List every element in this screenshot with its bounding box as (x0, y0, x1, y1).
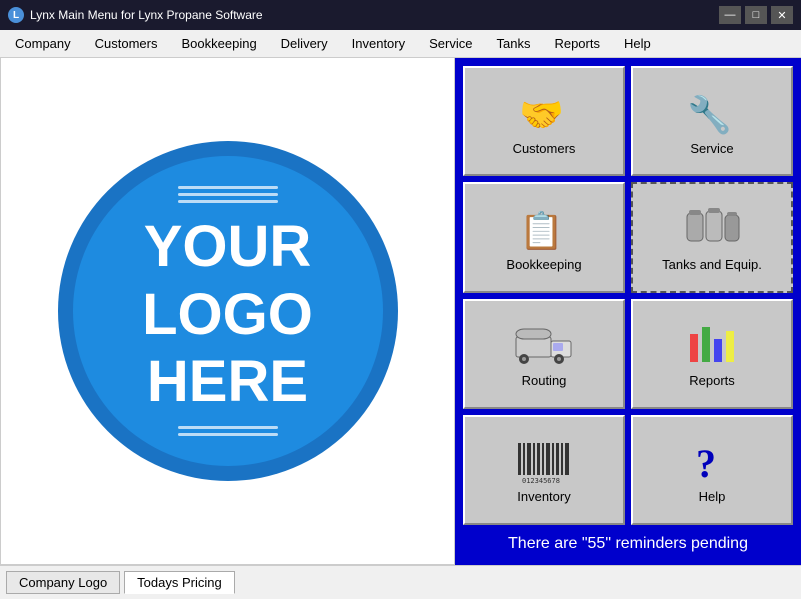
logo-text-here: HERE (147, 350, 308, 414)
logo-top-lines (178, 186, 278, 203)
routing-icon (514, 319, 574, 369)
tanks-button[interactable]: Tanks and Equip. (631, 182, 793, 292)
help-label: Help (699, 489, 726, 504)
inventory-icon: 012345678 (514, 435, 574, 485)
bookkeeping-button[interactable]: 📋 Bookkeeping (463, 182, 625, 292)
menu-inventory[interactable]: Inventory (341, 32, 416, 55)
main-area: YOUR LOGO HERE 🤝 Customers (0, 58, 801, 565)
inventory-button[interactable]: 012345678 Inventory (463, 415, 625, 525)
svg-text:012345678: 012345678 (522, 477, 560, 485)
help-icon: ? (682, 435, 742, 485)
close-button[interactable]: ✕ (771, 6, 793, 24)
help-button[interactable]: ? Help (631, 415, 793, 525)
logo-bottom-lines (178, 426, 278, 436)
routing-label: Routing (522, 373, 567, 388)
reports-icon (682, 319, 742, 369)
title-bar-left: L Lynx Main Menu for Lynx Propane Softwa… (8, 7, 263, 23)
menu-company[interactable]: Company (4, 32, 82, 55)
menu-service[interactable]: Service (418, 32, 483, 55)
svg-text:🔧: 🔧 (687, 93, 732, 135)
logo-line-4 (178, 426, 278, 429)
reminders-text: There are "55" reminders pending (463, 525, 793, 557)
bookkeeping-icon: 📋 (514, 203, 574, 253)
inventory-label: Inventory (517, 489, 570, 504)
logo-line-3 (178, 200, 278, 203)
left-panel: YOUR LOGO HERE (0, 58, 455, 565)
reports-button[interactable]: Reports (631, 299, 793, 409)
logo-inner-circle: YOUR LOGO HERE (73, 156, 383, 466)
routing-button[interactable]: Routing (463, 299, 625, 409)
customers-label: Customers (513, 141, 576, 156)
tab-company-logo[interactable]: Company Logo (6, 571, 120, 594)
tab-todays-pricing[interactable]: Todays Pricing (124, 571, 235, 594)
tanks-icon (682, 203, 742, 253)
grid-buttons: 🤝 Customers 🔧 Service (463, 66, 793, 525)
bottom-bar: Company Logo Todays Pricing (0, 565, 801, 599)
reports-label: Reports (689, 373, 735, 388)
svg-text:🤝: 🤝 (519, 94, 564, 135)
window-controls[interactable]: — □ ✕ (719, 6, 793, 24)
menu-help[interactable]: Help (613, 32, 662, 55)
menu-bookkeeping[interactable]: Bookkeeping (171, 32, 268, 55)
title-bar: L Lynx Main Menu for Lynx Propane Softwa… (0, 0, 801, 30)
service-icon: 🔧 (682, 87, 742, 137)
menu-delivery[interactable]: Delivery (270, 32, 339, 55)
logo-text-logo: LOGO (142, 283, 313, 347)
customers-button[interactable]: 🤝 Customers (463, 66, 625, 176)
svg-text:?: ? (696, 441, 716, 485)
logo-line-1 (178, 186, 278, 189)
svg-text:📋: 📋 (519, 210, 564, 251)
menu-reports[interactable]: Reports (543, 32, 611, 55)
menu-bar: Company Customers Bookkeeping Delivery I… (0, 30, 801, 58)
app-icon: L (8, 7, 24, 23)
logo-text-your: YOUR (144, 215, 312, 279)
tanks-label: Tanks and Equip. (662, 257, 762, 272)
right-panel: 🤝 Customers 🔧 Service (455, 58, 801, 565)
customers-icon: 🤝 (514, 87, 574, 137)
menu-customers[interactable]: Customers (84, 32, 169, 55)
service-button[interactable]: 🔧 Service (631, 66, 793, 176)
logo-line-2 (178, 193, 278, 196)
logo-line-5 (178, 433, 278, 436)
maximize-button[interactable]: □ (745, 6, 767, 24)
bookkeeping-label: Bookkeeping (506, 257, 581, 272)
service-label: Service (690, 141, 733, 156)
minimize-button[interactable]: — (719, 6, 741, 24)
window-title: Lynx Main Menu for Lynx Propane Software (30, 8, 263, 22)
logo-outer-circle: YOUR LOGO HERE (58, 141, 398, 481)
menu-tanks[interactable]: Tanks (485, 32, 541, 55)
